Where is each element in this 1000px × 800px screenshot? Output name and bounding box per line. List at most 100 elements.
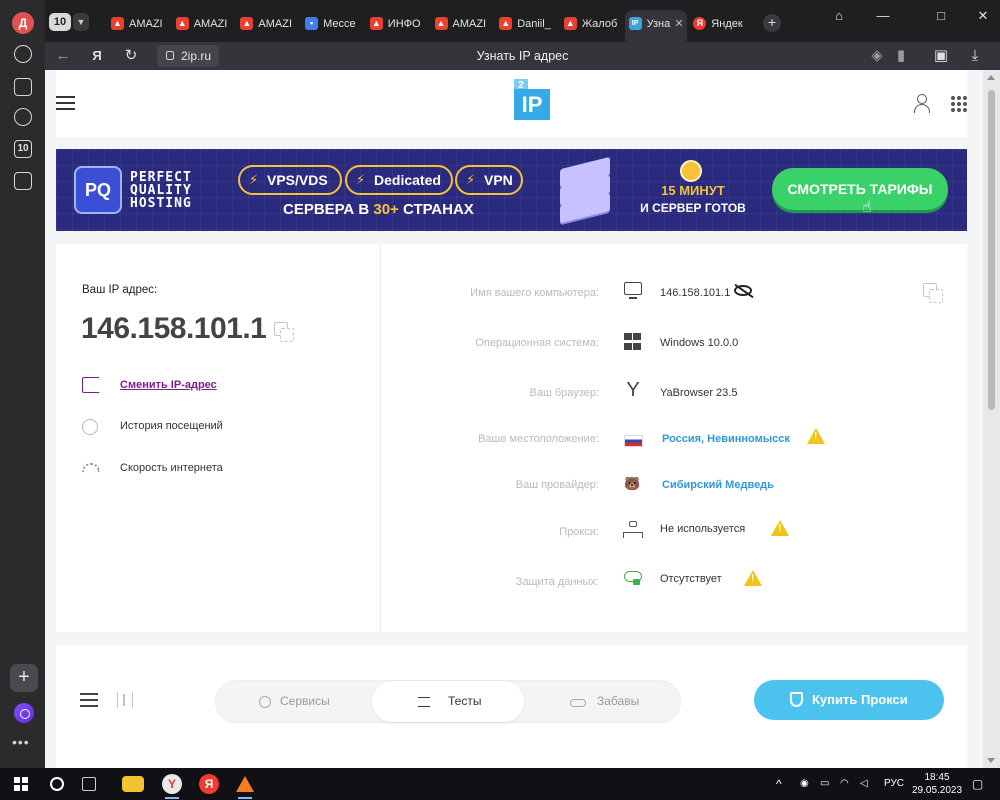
menu-icon[interactable] xyxy=(56,96,75,110)
close-window-button[interactable]: ✕ xyxy=(971,6,995,26)
tab-label: AMAZI xyxy=(258,18,293,30)
yandex-taskbar-icon[interactable]: Я xyxy=(199,774,219,794)
screenshot-icon[interactable] xyxy=(14,172,32,190)
alice-assistant-icon[interactable] xyxy=(14,703,34,723)
download-icon[interactable]: ⤓ xyxy=(965,46,985,66)
chevron-down-icon[interactable]: ▼ xyxy=(73,13,89,31)
browser-tab[interactable]: IP Узна ✕ xyxy=(624,10,687,42)
ad-banner[interactable]: PQ PERFECT QUALITY HOSTING VPS/VDS Dedic… xyxy=(56,149,967,231)
tab-tests[interactable]: Тесты xyxy=(448,681,481,722)
scroll-up-icon[interactable] xyxy=(987,75,995,80)
bear-icon: 🐻 xyxy=(624,476,641,491)
tray-volume-icon[interactable]: ◁ xyxy=(860,768,868,800)
notifications-icon[interactable]: ▢ xyxy=(972,768,983,800)
tray-app-icon[interactable]: ◉ xyxy=(800,768,809,800)
browser-tab[interactable]: ▲ AMAZI xyxy=(172,10,234,38)
apps-grid-icon[interactable] xyxy=(951,96,967,112)
tab-bar: 10 ▼ ▲ AMAZI ▲ AMAZI ▲ AMAZI ▪ Мессе ▲ ИНФО ▲ AMAZI… xyxy=(45,0,1000,42)
tab-label: ИНФО xyxy=(387,18,421,30)
history-clock-icon[interactable] xyxy=(14,45,32,63)
browser-tab[interactable]: ▲ Daniil_ xyxy=(495,10,557,38)
browser-tab[interactable]: ▲ AMAZI xyxy=(107,10,169,38)
tab-fun[interactable]: Забавы xyxy=(597,681,639,722)
play-icon[interactable] xyxy=(14,108,32,126)
hosting-logo-icon: PQ xyxy=(74,166,122,214)
columns-view-icon[interactable] xyxy=(117,692,133,708)
copy-details-icon[interactable] xyxy=(923,283,943,303)
copy-ip-icon[interactable] xyxy=(274,322,294,342)
browser-sidebar: Д 10 + ••• xyxy=(0,0,45,768)
add-panel-button[interactable]: + xyxy=(10,664,38,692)
start-button[interactable] xyxy=(14,777,28,791)
app-triangle-icon[interactable] xyxy=(236,776,254,792)
bookmarks-panel-icon[interactable]: ▣ xyxy=(931,46,951,66)
tray-wifi-icon[interactable]: ◠ xyxy=(840,768,849,800)
location-link[interactable]: Россия, Невинномысск xyxy=(662,433,790,445)
scroll-down-icon[interactable] xyxy=(987,758,995,763)
site-logo[interactable]: 2 IP xyxy=(514,79,550,123)
bookmark-icon[interactable]: ▮ xyxy=(891,46,911,66)
proxy-value: Не используется xyxy=(660,523,746,535)
user-icon[interactable] xyxy=(914,94,930,113)
speed-test-link[interactable]: Скорость интернета xyxy=(120,462,223,474)
tab-label: AMAZI xyxy=(193,18,228,30)
amazon-icon: ▲ xyxy=(175,17,189,30)
bookmark-window-icon[interactable]: ⌂ xyxy=(827,6,851,26)
tab-label: Яндек xyxy=(711,18,743,30)
history-link[interactable]: История посещений xyxy=(120,420,223,432)
tests-icon xyxy=(418,697,430,707)
protection-warning-icon[interactable] xyxy=(744,570,762,586)
proxy-warning-icon[interactable] xyxy=(771,520,789,536)
ip-card: Ваш IP адрес: 146.158.101.1 Сменить IP-а… xyxy=(56,244,381,632)
scroll-thumb[interactable] xyxy=(988,90,995,410)
tab-counter[interactable]: 10 xyxy=(49,13,71,31)
browser-tab[interactable]: ▲ ИНФО xyxy=(366,10,428,38)
more-icon[interactable]: ••• xyxy=(12,734,30,750)
profile-avatar[interactable]: Д xyxy=(12,12,34,34)
new-tab-button[interactable]: + xyxy=(763,14,781,32)
yandex-browser-taskbar-icon[interactable]: Y xyxy=(162,774,182,794)
yandex-logo-icon[interactable]: Я xyxy=(87,46,107,66)
pill-vps: VPS/VDS xyxy=(238,165,342,195)
ip-label: Ваш IP адрес: xyxy=(82,284,158,296)
tab-count-icon[interactable]: 10 xyxy=(14,140,32,158)
tray-chevron-icon[interactable]: ^ xyxy=(776,768,782,800)
page-scrollbar[interactable] xyxy=(983,70,1000,768)
collections-icon[interactable] xyxy=(14,78,32,96)
buy-proxy-button[interactable]: Купить Прокси xyxy=(754,680,944,720)
monitor-icon xyxy=(624,282,642,299)
task-view-icon[interactable] xyxy=(82,777,96,791)
tray-network-icon[interactable]: ▭ xyxy=(820,768,829,800)
minimize-button[interactable]: — xyxy=(871,6,895,26)
details-card: Имя вашего компьютера: 146.158.101.1 Опе… xyxy=(381,244,967,632)
provider-link[interactable]: Сибирский Медведь xyxy=(662,479,774,491)
tab-label: Узна xyxy=(646,18,671,30)
hide-eye-icon[interactable] xyxy=(734,285,752,296)
close-tab-icon[interactable]: ✕ xyxy=(674,10,683,38)
maximize-button[interactable]: □ xyxy=(929,6,953,26)
browser-tab[interactable]: ▲ Жалоб xyxy=(560,10,622,38)
logo-main: IP xyxy=(514,89,550,120)
browser-tab[interactable]: Я Яндек xyxy=(689,10,751,38)
search-icon[interactable] xyxy=(50,777,64,791)
language-indicator[interactable]: РУС xyxy=(884,768,904,800)
servers-text: СЕРВЕРА В 30+ СТРАНАХ xyxy=(283,201,474,218)
clock[interactable]: 18:45 29.05.2023 xyxy=(912,771,962,797)
file-explorer-icon[interactable] xyxy=(122,776,144,792)
location-warning-icon[interactable] xyxy=(807,428,825,444)
change-ip-link[interactable]: Сменить IP-адрес xyxy=(120,379,217,391)
amazon-icon: ▲ xyxy=(499,17,513,30)
hosting-brand: PERFECT QUALITY HOSTING xyxy=(130,170,192,211)
protect-icon[interactable]: ◈ xyxy=(867,46,887,66)
url-field[interactable]: 2ip.ru xyxy=(157,45,219,67)
list-view-icon[interactable] xyxy=(80,693,98,707)
view-tariffs-button[interactable]: СМОТРЕТЬ ТАРИФЫ xyxy=(772,168,948,210)
browser-tab[interactable]: ▲ AMAZI xyxy=(431,10,493,38)
reload-icon[interactable]: ↻ xyxy=(121,46,141,66)
amazon-icon: ▲ xyxy=(111,17,124,30)
back-icon[interactable]: ← xyxy=(53,46,73,66)
cloud-lock-icon xyxy=(624,571,642,585)
tab-services[interactable]: Сервисы xyxy=(280,681,330,722)
browser-tab[interactable]: ▲ AMAZI xyxy=(236,10,298,38)
browser-tab[interactable]: ▪ Мессе xyxy=(301,10,363,38)
